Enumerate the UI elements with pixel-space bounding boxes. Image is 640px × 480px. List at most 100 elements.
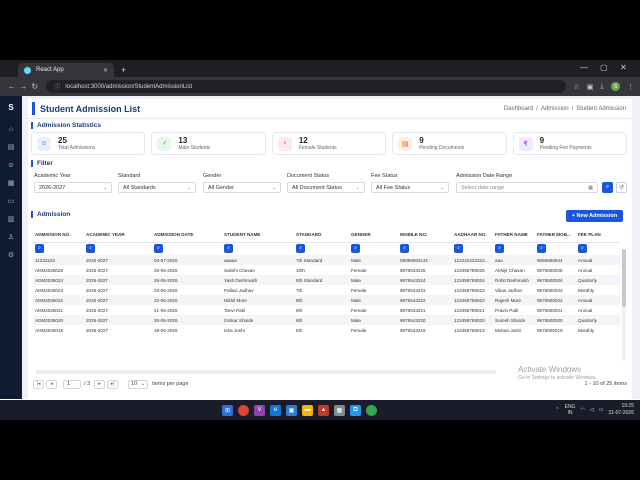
close-tab-icon[interactable]: ✕ — [103, 67, 108, 74]
column-header[interactable]: FATHER NAME — [493, 228, 535, 243]
vertical-scrollbar[interactable] — [622, 249, 626, 361]
table-row[interactable]: ADM2026020 2026-2027 20-06-2026 Omkar Shind… — [33, 315, 621, 325]
admission-user-icon[interactable]: ☺ — [7, 156, 14, 174]
id-card-icon[interactable]: ▭ — [8, 192, 15, 210]
search-icon[interactable]: ⌕ — [351, 244, 360, 254]
column-header[interactable]: AADHAAR NO. — [452, 228, 493, 243]
column-header[interactable]: FEE PLAN — [576, 228, 621, 243]
new-tab-icon[interactable]: + — [121, 65, 126, 75]
table-body: ⌕ ⌕ ⌕ ⌕ ⌕ ⌕ ⌕ ⌕ ⌕ ⌕ ⌕ 11222222 2026-2027 04-07-2026 aa… — [33, 242, 621, 335]
search-icon[interactable]: ⌕ — [296, 244, 305, 254]
stat-value: 12 — [298, 136, 308, 145]
search-icon[interactable]: ⌕ — [35, 244, 44, 254]
maximize-icon[interactable]: ▢ — [600, 63, 608, 72]
page-size-select[interactable]: 10 ⌄ — [128, 379, 149, 389]
next-page-button[interactable]: ▸ — [94, 379, 106, 389]
table-row[interactable]: ADM2026022 2026-2027 22-06-2026 Nikhil More… — [33, 295, 621, 305]
browser-tab[interactable]: React App ✕ — [18, 63, 114, 77]
battery-icon[interactable]: ▭ — [599, 407, 604, 413]
search-filter-button[interactable]: ⌕ — [602, 182, 613, 193]
site-info-icon[interactable]: ⓘ — [54, 82, 60, 91]
column-header[interactable]: FATHER MOB... — [535, 228, 576, 243]
search-icon[interactable]: ⌕ — [537, 244, 546, 254]
store-icon[interactable]: ▣ — [286, 404, 297, 416]
search-icon[interactable]: ⌕ — [400, 244, 409, 254]
column-header[interactable]: MOBILE NO. — [398, 228, 452, 243]
first-page-button[interactable]: |◂ — [33, 379, 44, 389]
clipboard-icon[interactable]: ▤ — [8, 138, 15, 156]
stat-value: 13 — [178, 136, 188, 145]
column-header[interactable]: GENDER — [349, 228, 398, 243]
fee-status-select[interactable]: All Fee Status ⌄ — [371, 182, 449, 193]
horizontal-scrollbar[interactable] — [36, 370, 496, 374]
new-admission-button[interactable]: + New Admission — [566, 210, 623, 222]
start-icon[interactable]: ⊞ — [222, 404, 233, 416]
search-icon[interactable]: ⌕ — [86, 244, 95, 254]
gender-select[interactable]: All Gender ⌄ — [203, 182, 281, 193]
date-range-input[interactable]: Select date range ▦ — [456, 182, 598, 193]
last-page-button[interactable]: ▸| — [107, 379, 119, 389]
document-status-select[interactable]: All Document Status ⌄ — [287, 182, 365, 193]
column-header[interactable]: STUDENT NAME — [222, 228, 294, 243]
chart-icon[interactable]: ▥ — [8, 210, 15, 228]
clock[interactable]: 19:25 31-07-2026 — [608, 403, 634, 417]
column-header[interactable]: ADMISSION NO. — [33, 228, 84, 243]
table-row[interactable]: ADM2026019 2026-2027 19-06-2026 Isha Joshi 5… — [33, 325, 621, 335]
vscode-icon[interactable]: ⧉ — [350, 404, 361, 416]
settings-icon[interactable]: ⚙ — [8, 246, 14, 264]
column-header[interactable]: ACADEMIC YEAR — [84, 228, 152, 243]
search-icon[interactable]: ⌕ — [154, 244, 163, 254]
volume-icon[interactable]: ◁ — [590, 407, 594, 413]
home-icon[interactable]: ⌂ — [9, 120, 13, 138]
academic-year-select[interactable]: 2026-2027 ⌄ — [34, 182, 112, 193]
react-favicon-icon — [24, 66, 31, 74]
search-icon[interactable]: ⌕ — [578, 244, 587, 254]
search-icon[interactable]: ⌕ — [495, 244, 504, 254]
minimize-icon[interactable]: — — [580, 63, 588, 72]
table-row[interactable]: ADM2026021 2026-2027 21-06-2026 Tanvi Patil… — [33, 305, 621, 315]
table-row[interactable]: ADM2026025 2026-2027 25-06-2026 Sakshi Chav… — [33, 265, 621, 275]
menu-kebab-icon[interactable]: ⋮ — [627, 83, 634, 91]
stat-value: 9 — [419, 136, 424, 145]
app-icon[interactable]: ▦ — [334, 404, 345, 416]
table-cell: 9876543221 — [400, 307, 426, 313]
scroll-thumb[interactable] — [622, 249, 626, 307]
table-row[interactable]: ADM2026024 2026-2027 26-06-2026 Yash Deshmu… — [33, 275, 621, 285]
table-row[interactable]: 11222222 2026-2027 04-07-2026 aaaaa 7th Stan… — [33, 255, 621, 265]
calendar-icon[interactable]: ▦ — [8, 174, 15, 192]
table-cell: 2026-2027 — [86, 327, 108, 333]
language-indicator[interactable]: ENG IN — [565, 404, 576, 416]
column-header[interactable]: ADMISSION DATE — [152, 228, 222, 243]
wifi-icon[interactable]: ◠ — [580, 407, 584, 413]
table-row[interactable]: ADM2026023 2026-2027 23-06-2026 Pallavi Jad… — [33, 285, 621, 295]
back-icon[interactable]: ← — [6, 82, 17, 91]
tab-title: React App — [36, 67, 64, 73]
chrome-icon[interactable] — [238, 404, 249, 416]
reload-icon[interactable]: ↻ — [29, 82, 40, 91]
search-icon[interactable]: ⌕ — [454, 244, 463, 254]
edge-icon[interactable]: e — [270, 404, 281, 416]
app-icon[interactable]: ▲ — [318, 404, 329, 416]
standard-select[interactable]: All Standards ⌄ — [118, 182, 196, 193]
page-input[interactable]: 1 — [63, 379, 81, 389]
bookmark-star-icon[interactable]: ☆ — [573, 83, 579, 91]
person-icon[interactable]: ♙ — [8, 228, 14, 246]
chrome-active-icon[interactable] — [366, 404, 377, 416]
url-field[interactable]: ⓘ localhost:3000/admission/StudentAdmiss… — [46, 80, 567, 93]
tray-chevron-icon[interactable]: ⌃ — [555, 407, 559, 413]
file-explorer-icon[interactable]: ▬ — [302, 404, 313, 416]
breadcrumb: Dashboard / Admission / Student Admissio… — [504, 106, 626, 112]
prev-page-button[interactable]: ◂ — [46, 379, 57, 389]
profile-avatar[interactable]: S — [611, 82, 621, 91]
close-window-icon[interactable]: ✕ — [620, 63, 627, 72]
breadcrumb-separator: / — [571, 105, 574, 112]
search-icon[interactable]: ⌕ — [224, 244, 233, 254]
visual-studio-icon[interactable]: V — [254, 404, 265, 416]
forward-icon[interactable]: → — [17, 82, 28, 91]
extensions-icon[interactable]: ▣ — [587, 83, 594, 91]
reset-filter-button[interactable]: ↺ — [616, 182, 627, 193]
breadcrumb-dashboard[interactable]: Dashboard — [504, 106, 533, 112]
download-icon[interactable]: ⤓ — [600, 83, 603, 91]
breadcrumb-admission[interactable]: Admission — [541, 106, 569, 112]
column-header[interactable]: STANDARD — [294, 228, 349, 243]
